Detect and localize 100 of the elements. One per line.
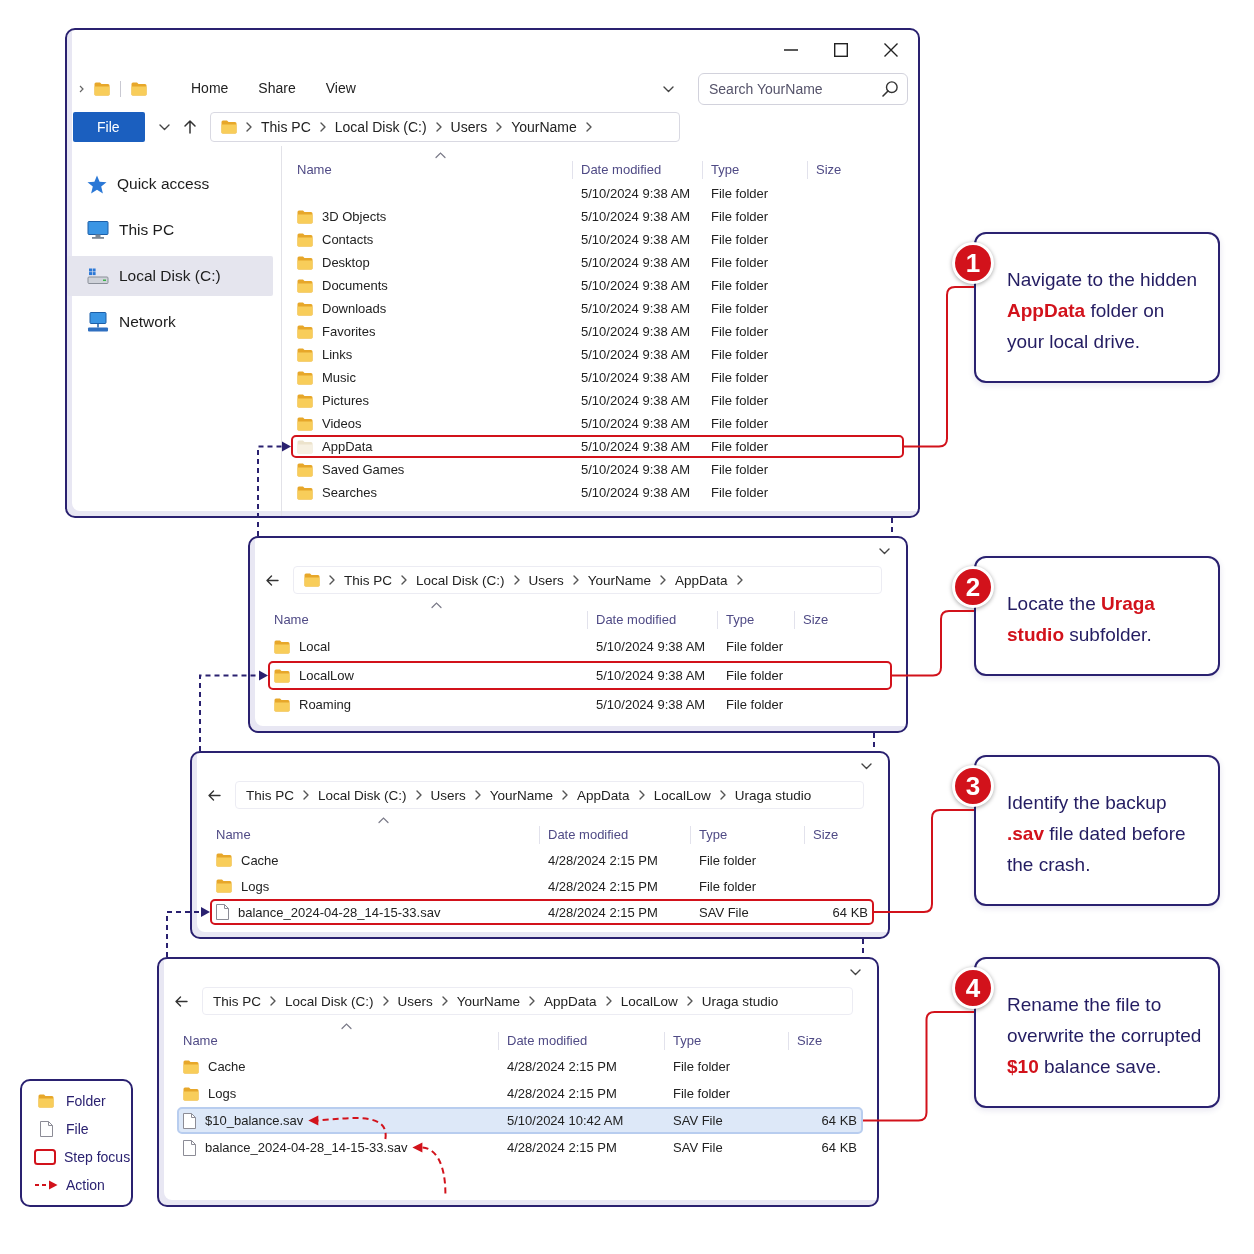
breadcrumb-item[interactable]: Users [450,119,488,135]
file-type: File folder [710,324,770,339]
column-header[interactable]: Type [717,611,794,629]
file-type: File folder [710,462,770,477]
sidebar-item[interactable]: Local Disk (C:) [67,256,273,296]
breadcrumb-item[interactable]: Local Disk (C:) [318,787,407,803]
date-modified: 4/28/2024 2:15 PM [547,852,659,868]
breadcrumb-item[interactable]: YourName [489,787,554,803]
breadcrumb-item[interactable]: AppData [675,572,728,588]
step-focus-frame[interactable]: LocalLow 5/10/2024 9:38 AM File folder [268,661,892,690]
date-modified: 5/10/2024 9:38 AM [580,278,692,293]
column-header[interactable]: Size [804,826,868,844]
file-name: Favorites [322,324,376,339]
selected-row[interactable]: $10_balance.sav 5/10/2024 10:42 AM SAV File 64 KB [177,1107,863,1134]
chevron-right-icon [319,122,326,132]
maximize-icon[interactable] [834,43,848,57]
breadcrumb-item[interactable]: Users [397,993,433,1009]
chevron-right-icon [270,996,276,1006]
chevron-right-icon[interactable] [79,85,84,93]
breadcrumb-item[interactable]: Users [430,787,466,803]
column-header[interactable]: Name [297,161,572,179]
folder-icon [274,668,290,683]
breadcrumb-item[interactable]: Uraga studio [734,787,812,803]
column-header[interactable]: Type [664,1032,788,1050]
file-tab[interactable]: File [73,112,145,142]
chevron-down-icon[interactable] [879,547,890,555]
chevron-down-icon[interactable] [663,85,674,93]
sidebar-item[interactable]: This PC [67,210,273,250]
breadcrumb-item[interactable]: Local Disk (C:) [416,572,505,588]
breadcrumb-item[interactable]: This PC [261,119,311,135]
chevron-down-icon[interactable] [850,968,861,976]
back-arrow-icon[interactable] [266,574,279,586]
address-bar[interactable]: This PC Local Disk (C:) Users YourName AppData LocalLow Uraga studio [202,987,853,1015]
breadcrumb-item[interactable]: Local Disk (C:) [334,119,427,135]
back-arrow-icon[interactable] [208,789,221,801]
column-header[interactable]: Date modified [587,611,717,629]
breadcrumb-item[interactable]: LocalLow [620,993,678,1009]
file-type: File folder [710,393,770,408]
file-type: File folder [710,439,770,454]
file-size: 64 KB [821,1113,857,1128]
breadcrumb-item[interactable]: Local Disk (C:) [285,993,374,1009]
step-focus-frame[interactable]: balance_2024-04-28_14-15-33.sav 4/28/2024 2:15 PM SAV File 64 KB [210,899,874,925]
column-header[interactable]: Type [690,826,804,844]
breadcrumb-item[interactable]: This PC [213,993,261,1009]
step-focus-frame[interactable]: AppData 5/10/2024 9:38 AM File folder [291,435,904,458]
up-arrow-icon[interactable] [184,120,196,134]
address-bar[interactable]: This PC Local Disk (C:) Users YourName AppData [293,566,882,594]
step-number: 4 [952,967,994,1009]
file-name: Music [322,370,356,385]
column-header[interactable]: Name [216,826,539,844]
ribbon-tab[interactable]: Home [183,76,237,102]
folder-icon [94,82,110,96]
sidebar-item[interactable]: Network [67,302,273,342]
close-icon[interactable] [884,43,898,57]
date-modified: 5/10/2024 9:38 AM [580,370,692,385]
file-type: File folder [710,416,770,431]
breadcrumb-item[interactable]: AppData [544,993,597,1009]
breadcrumb-item[interactable]: This PC [344,572,392,588]
breadcrumb-item[interactable]: YourName [511,119,577,135]
ribbon-tab[interactable]: View [317,76,364,102]
breadcrumb-item[interactable]: YourName [456,993,521,1009]
sidebar-item[interactable]: Quick access [67,164,273,204]
breadcrumb-item[interactable]: Users [528,572,564,588]
date-modified: 5/10/2024 9:38 AM [580,347,692,362]
column-header[interactable]: Size [807,161,898,179]
column-header[interactable]: Name [274,611,587,629]
date-modified: 5/10/2024 9:38 AM [580,485,692,500]
column-header[interactable]: Size [794,611,886,629]
address-bar[interactable]: This PC Local Disk (C:) Users YourName [210,112,680,142]
file-name: Videos [322,416,362,431]
column-header[interactable]: Date modified [539,826,690,844]
folder-icon [274,639,290,654]
breadcrumb-item[interactable]: This PC [246,787,294,803]
chevron-right-icon [638,790,645,800]
search-field[interactable]: Search YourName [698,73,908,105]
date-modified: 5/10/2024 9:38 AM [595,668,707,683]
column-header[interactable]: Type [702,161,807,179]
column-header[interactable]: Date modified [572,161,702,179]
file-name: $10_balance.sav [205,1113,304,1128]
breadcrumb-item[interactable]: LocalLow [653,787,711,803]
chevron-down-icon[interactable] [159,123,170,131]
column-header[interactable]: Name [183,1032,498,1050]
column-header[interactable]: Date modified [498,1032,664,1050]
folder-icon [304,573,320,587]
breadcrumb-item[interactable]: Uraga studio [701,993,779,1009]
folder-icon [183,1059,199,1074]
chevron-down-icon[interactable] [861,762,872,770]
date-modified: 4/28/2024 2:15 PM [506,1086,618,1101]
date-modified: 5/10/2024 9:38 AM [580,462,692,477]
column-header[interactable]: Size [788,1032,857,1050]
back-arrow-icon[interactable] [175,995,188,1007]
breadcrumb-item[interactable]: YourName [587,572,652,588]
ribbon-tab[interactable]: Share [250,76,304,102]
address-bar[interactable]: This PC Local Disk (C:) Users YourName AppData LocalLow Uraga studio [235,781,864,809]
file-size: 64 KB [821,1140,857,1155]
chevron-right-icon [719,790,726,800]
sort-caret-icon [435,152,446,158]
search-icon[interactable] [882,81,898,97]
breadcrumb-item[interactable]: AppData [577,787,630,803]
file-type: File folder [725,639,785,654]
